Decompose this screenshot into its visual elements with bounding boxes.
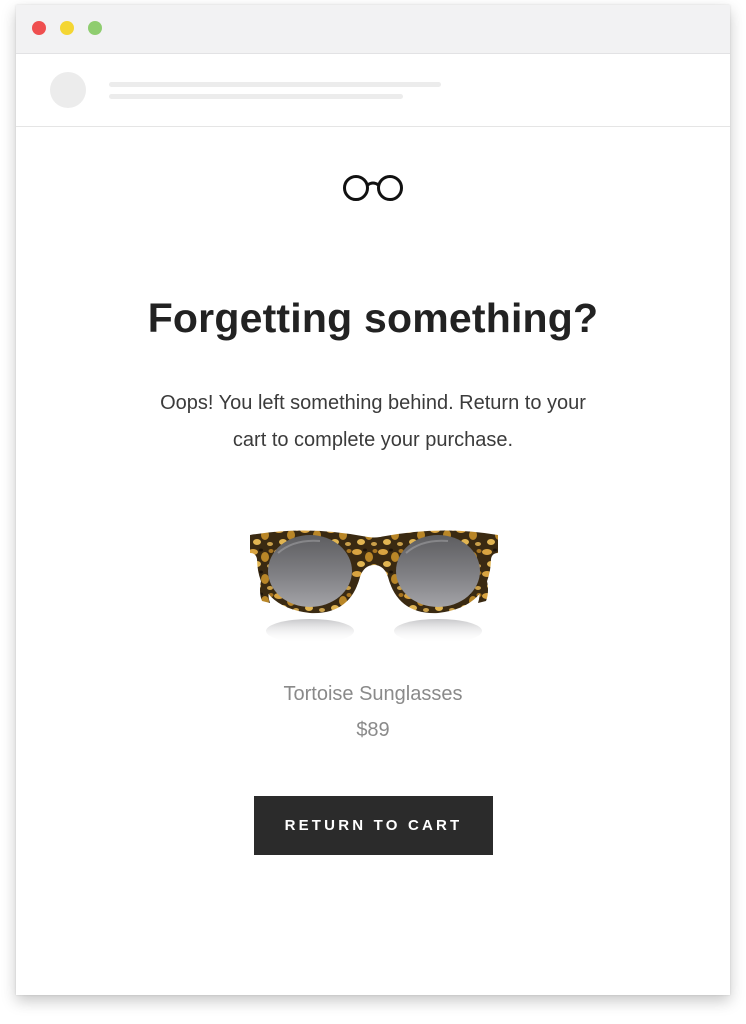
subject-line-placeholder xyxy=(109,94,403,99)
glasses-icon xyxy=(343,175,403,201)
sender-line-placeholder xyxy=(109,82,441,87)
email-body: Forgetting something? Oops! You left som… xyxy=(16,127,730,995)
minimize-window-button[interactable] xyxy=(60,21,74,35)
tortoise-sunglasses-image xyxy=(250,530,498,643)
close-window-button[interactable] xyxy=(32,21,46,35)
email-window: Forgetting something? Oops! You left som… xyxy=(16,5,730,995)
body-text: Oops! You left something behind. Return … xyxy=(160,392,586,451)
product-name: Tortoise Sunglasses xyxy=(283,683,463,705)
email-header-placeholder xyxy=(16,54,730,127)
title-bar xyxy=(16,5,730,54)
headline: Forgetting something? xyxy=(147,295,599,341)
return-to-cart-button[interactable]: RETURN TO CART xyxy=(254,796,493,855)
product-price: $89 xyxy=(356,719,390,741)
zoom-window-button[interactable] xyxy=(88,21,102,35)
avatar-placeholder xyxy=(50,72,86,108)
